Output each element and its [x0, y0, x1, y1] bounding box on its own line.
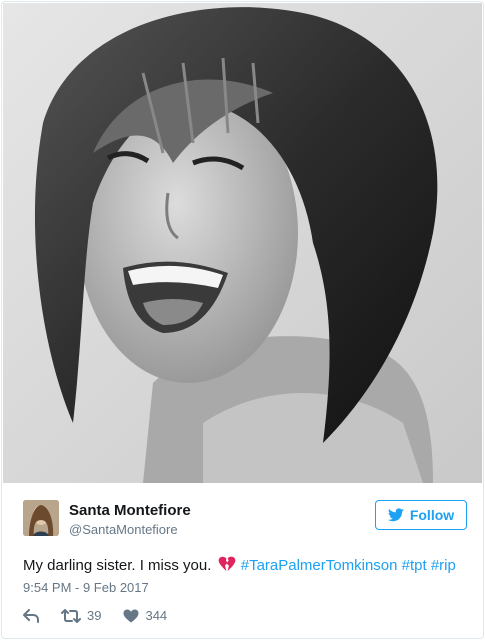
tweet-card: Santa Montefiore @SantaMontefiore Follow… [1, 1, 484, 639]
reply-button[interactable] [23, 608, 39, 623]
reply-icon [23, 608, 39, 623]
follow-label: Follow [409, 507, 455, 523]
hashtag-link[interactable]: #rip [431, 557, 456, 574]
avatar[interactable] [23, 500, 59, 536]
follow-button[interactable]: Follow [375, 500, 467, 530]
hashtag-link[interactable]: #TaraPalmerTomkinson [241, 557, 398, 574]
portrait-image [3, 3, 482, 483]
hashtag-link[interactable]: #tpt [402, 557, 427, 574]
author-handle[interactable]: @SantaMontefiore [69, 522, 178, 537]
retweet-count: 39 [87, 608, 102, 623]
tweet-photo[interactable] [3, 3, 482, 483]
like-button[interactable]: 344 [123, 608, 167, 623]
heart-icon [123, 609, 139, 622]
retweet-icon [61, 608, 81, 623]
tweet-text: My darling sister. I miss you. #TaraPalm… [23, 556, 456, 576]
tweet-text-body: My darling sister. I miss you. [23, 557, 212, 574]
twitter-bird-icon [387, 508, 404, 522]
tweet-timestamp[interactable]: 9:54 PM - 9 Feb 2017 [23, 580, 149, 595]
like-count: 344 [145, 608, 168, 623]
avatar-image [23, 500, 59, 536]
retweet-button[interactable]: 39 [61, 608, 101, 623]
broken-heart-icon [218, 556, 236, 576]
tweet-actions: 39 344 [23, 608, 189, 623]
author-name[interactable]: Santa Montefiore [69, 502, 191, 519]
